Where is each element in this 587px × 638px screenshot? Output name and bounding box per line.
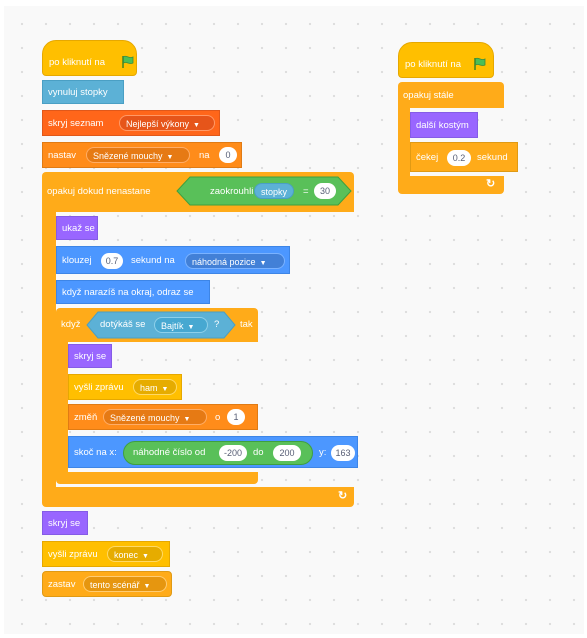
change-variable-dropdown[interactable]: Snězené mouchy ▼ xyxy=(103,409,207,425)
variable-dropdown-value: Snězené mouchy xyxy=(93,151,163,161)
reset-timer-block[interactable]: vynuluj stopky xyxy=(42,80,124,104)
dropdown-arrow-icon: ▼ xyxy=(142,553,149,560)
when-flag-clicked-hat[interactable]: po kliknutí na xyxy=(42,40,137,76)
goto-xy-block[interactable]: skoč na x: náhodné číslo od -200 do 200 … xyxy=(68,436,358,468)
then-label: tak xyxy=(240,319,253,330)
broadcast-label: vyšli zprávu xyxy=(74,382,124,393)
change-variable-label: změň xyxy=(74,412,98,423)
broadcast-end-block[interactable]: vyšli zprávu konec ▼ xyxy=(42,541,170,567)
dropdown-arrow-icon: ▼ xyxy=(259,260,267,267)
random-label: náhodné číslo od xyxy=(133,447,206,458)
dropdown-arrow-icon: ▼ xyxy=(161,386,169,393)
forever-block[interactable]: opakuj stále xyxy=(398,82,504,108)
stop-option-dropdown[interactable]: tento scénář ▼ xyxy=(83,576,167,592)
repeat-until-bottom: ↻ xyxy=(42,487,354,507)
equals-label: = xyxy=(303,186,309,197)
wait-seconds-input[interactable]: 0.2 xyxy=(447,150,471,166)
hide-label: skryj se xyxy=(74,351,107,362)
change-by-label: o xyxy=(215,412,221,423)
set-variable-label: nastav xyxy=(48,150,76,161)
dropdown-arrow-icon: ▼ xyxy=(166,154,174,161)
bounce-on-edge-block[interactable]: když narazíš na okraj, odraz se xyxy=(56,280,210,304)
equals-value-input[interactable]: 30 xyxy=(314,183,336,199)
hide-end-label: skryj se xyxy=(48,518,81,529)
repeat-until-block[interactable]: opakuj dokud nenastane zaokrouhli stopky… xyxy=(42,172,354,212)
show-block[interactable]: ukaž se xyxy=(56,216,98,240)
glide-target-dropdown[interactable]: náhodná pozice ▼ xyxy=(185,253,285,269)
loop-arrow-icon: ↻ xyxy=(338,490,348,502)
hide-list-block[interactable]: skryj seznam Nejlepší výkony ▼ xyxy=(42,110,220,136)
if-label: když xyxy=(61,319,81,330)
forever-arm xyxy=(398,108,410,176)
glide-block[interactable]: klouzej 0.7 sekund na náhodná pozice ▼ xyxy=(56,246,290,274)
hide-end-block[interactable]: skryj se xyxy=(42,511,88,535)
set-variable-value-input[interactable]: 0 xyxy=(219,147,237,163)
next-costume-block[interactable]: další kostým xyxy=(410,112,478,138)
change-variable-block[interactable]: změň Snězené mouchy ▼ o 1 xyxy=(68,404,258,430)
green-flag-icon xyxy=(122,55,134,68)
touching-question-label: ? xyxy=(214,319,220,330)
touching-target-dropdown[interactable]: Bajtík ▼ xyxy=(154,317,208,333)
forever-label: opakuj stále xyxy=(403,90,454,101)
glide-seconds-input[interactable]: 0.7 xyxy=(101,253,123,269)
glide-target-value: náhodná pozice xyxy=(192,257,256,267)
hat-label-2: po kliknutí na xyxy=(405,59,461,70)
goto-y-input[interactable]: 163 xyxy=(331,445,355,461)
dropdown-arrow-icon: ▼ xyxy=(183,416,191,423)
random-from-input[interactable]: -200 xyxy=(219,445,247,461)
repeat-until-label: opakuj dokud nenastane xyxy=(47,186,151,197)
list-dropdown[interactable]: Nejlepší výkony ▼ xyxy=(119,115,215,131)
forever-bottom: ↻ xyxy=(398,176,504,194)
if-then-arm xyxy=(56,342,68,472)
when-flag-clicked-hat-2[interactable]: po kliknutí na xyxy=(398,42,494,78)
random-to-label: do xyxy=(253,447,264,458)
round-operator-label: zaokrouhli xyxy=(210,186,254,197)
if-then-bottom xyxy=(56,472,258,484)
goto-y-label: y: xyxy=(319,447,327,458)
hide-list-label: skryj seznam xyxy=(48,118,104,129)
broadcast-end-value: konec xyxy=(114,550,139,560)
green-flag-icon xyxy=(474,57,486,70)
timer-reporter[interactable]: stopky xyxy=(254,183,294,199)
hide-block[interactable]: skryj se xyxy=(68,344,112,368)
hat-label: po kliknutí na xyxy=(49,57,105,68)
glide-label: klouzej xyxy=(62,255,92,266)
dropdown-arrow-icon: ▼ xyxy=(143,583,151,590)
dropdown-arrow-icon: ▼ xyxy=(187,324,195,331)
stop-block[interactable]: zastav tento scénář ▼ xyxy=(42,571,172,597)
broadcast-end-label: vyšli zprávu xyxy=(48,549,98,560)
list-dropdown-value: Nejlepší výkony xyxy=(126,119,190,129)
change-variable-value: Snězené mouchy xyxy=(110,413,180,423)
wait-unit-label: sekund xyxy=(477,152,508,163)
next-costume-label: další kostým xyxy=(416,120,469,131)
set-variable-to-label: na xyxy=(199,150,210,161)
wait-label: čekej xyxy=(416,152,439,163)
broadcast-end-dropdown[interactable]: konec ▼ xyxy=(107,546,163,562)
random-to-input[interactable]: 200 xyxy=(273,445,301,461)
stop-option-value: tento scénář xyxy=(90,580,140,590)
set-variable-block[interactable]: nastav Snězené mouchy ▼ na 0 xyxy=(42,142,242,168)
broadcast-message-value: ham xyxy=(140,383,158,393)
bounce-label: když narazíš na okraj, odraz se xyxy=(62,287,194,298)
dropdown-arrow-icon: ▼ xyxy=(193,122,200,129)
reset-timer-label: vynuluj stopky xyxy=(48,87,108,98)
broadcast-message-dropdown[interactable]: ham ▼ xyxy=(133,379,177,395)
code-workspace[interactable]: po kliknutí na vynuluj stopky skryj sezn… xyxy=(4,6,584,634)
show-label: ukaž se xyxy=(62,223,95,234)
repeat-until-arm xyxy=(42,212,56,487)
touching-label: dotýkáš se xyxy=(100,319,146,330)
loop-arrow-icon: ↻ xyxy=(486,178,496,190)
glide-middle-label: sekund na xyxy=(131,255,175,266)
wait-block[interactable]: čekej 0.2 sekund xyxy=(410,142,518,172)
change-value-input[interactable]: 1 xyxy=(227,409,245,425)
broadcast-ham-block[interactable]: vyšli zprávu ham ▼ xyxy=(68,374,182,400)
if-then-block[interactable]: když dotýkáš se Bajtík ▼ ? tak xyxy=(56,308,258,342)
variable-dropdown[interactable]: Snězené mouchy ▼ xyxy=(86,147,190,163)
touching-target-value: Bajtík xyxy=(161,321,184,331)
goto-x-label: skoč na x: xyxy=(74,447,117,458)
stop-label: zastav xyxy=(48,579,76,590)
